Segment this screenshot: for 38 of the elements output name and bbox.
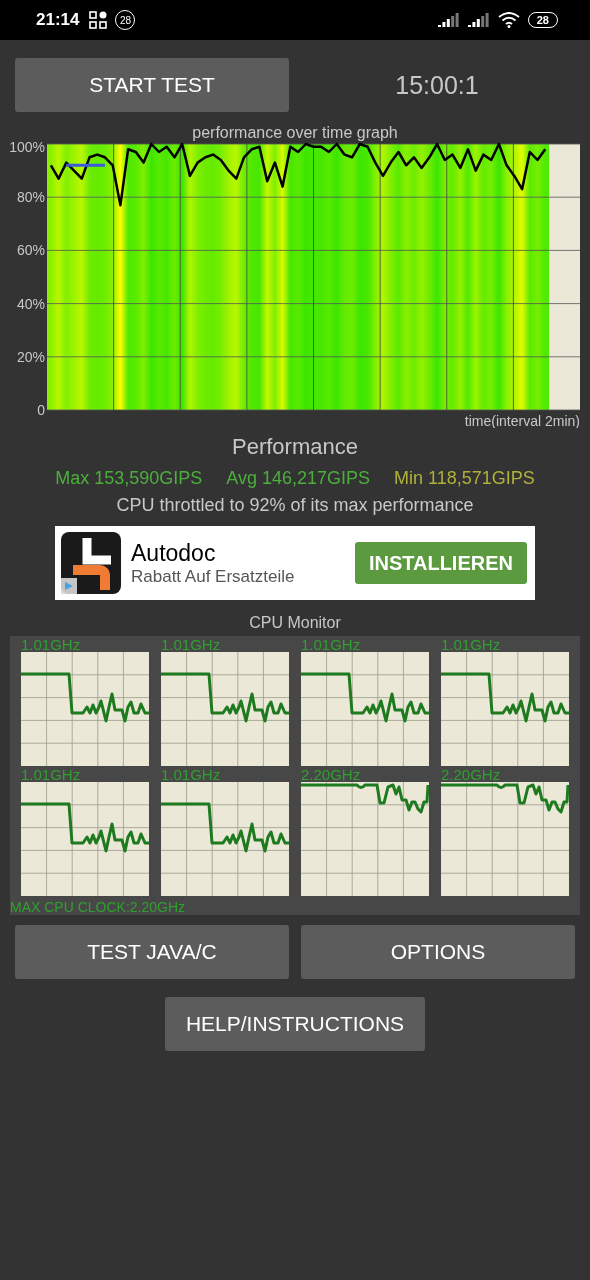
signal-icon <box>437 13 460 27</box>
x-axis-label: time(interval 2min) <box>464 413 580 428</box>
ad-title: Autodoc <box>131 539 217 567</box>
axis-label: 80% <box>16 189 45 206</box>
axis-label: 20% <box>16 348 45 365</box>
options-button[interactable]: OPTIONS <box>301 925 575 979</box>
axis-label: 40% <box>16 295 45 312</box>
status-time: 21:14 <box>36 10 80 30</box>
timer: 15:00:1 <box>394 70 480 100</box>
performance-title: Performance <box>231 434 359 460</box>
ad-subtitle: Rabatt Auf Ersatzteile <box>131 566 295 587</box>
max-cpu-clock: MAX CPU CLOCK:2.20GHz <box>10 900 186 915</box>
axis-label: 0 <box>37 402 45 418</box>
core-frequency: 1.01GHz <box>21 638 82 652</box>
core-frequency: 1.01GHz <box>301 638 362 652</box>
wifi-icon <box>497 12 520 28</box>
cpu-monitor-title: CPU Monitor <box>248 614 342 632</box>
help-button[interactable]: HELP/INSTRUCTIONS <box>165 997 425 1051</box>
axis-label: 60% <box>16 242 45 259</box>
core-frequency: 1.01GHz <box>441 638 502 652</box>
axis-label: 100% <box>9 142 45 155</box>
signal-icon <box>467 13 490 27</box>
install-button[interactable]: INSTALLIEREN <box>354 542 527 584</box>
avg-performance: Avg 146,217GIPS <box>226 468 371 489</box>
apps-icon <box>89 11 108 29</box>
throttle-message: CPU throttled to 92% of its max performance <box>115 495 475 516</box>
app-logo <box>59 530 123 596</box>
graph-title: performance over time graph <box>191 124 399 142</box>
start-test-button[interactable]: START TEST <box>15 58 289 112</box>
core-frequency: 1.01GHz <box>161 768 222 782</box>
core-frequency: 1.01GHz <box>161 638 222 652</box>
core-frequency: 2.20GHz <box>441 768 502 782</box>
min-performance: Min 118,571GIPS <box>394 468 535 489</box>
test-java-button[interactable]: TEST JAVA/C <box>15 925 289 979</box>
average-line <box>66 163 105 167</box>
core-frequency: 1.01GHz <box>21 768 82 782</box>
max-performance: Max 153,590GIPS <box>55 468 203 489</box>
core-frequency: 2.20GHz <box>301 768 362 782</box>
